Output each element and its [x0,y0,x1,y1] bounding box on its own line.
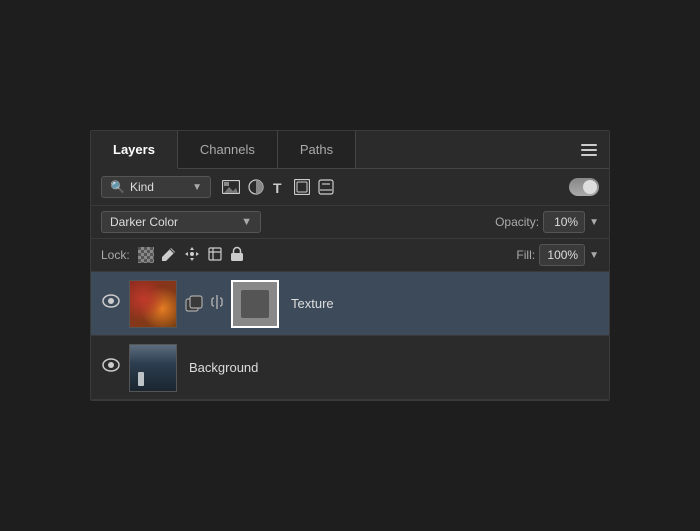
blend-mode-dropdown[interactable]: Darker Color ▼ [101,211,261,233]
layer-name: Background [189,360,258,375]
layers-panel: Layers Channels Paths 🔍 Kind ▼ [90,130,610,401]
opacity-group: Opacity: 10% ▼ [495,211,599,233]
layer-visibility-icon[interactable] [101,294,121,313]
tab-channels[interactable]: Channels [178,131,278,168]
fill-input[interactable]: 100% [539,244,585,266]
layer-link-icon [211,294,223,313]
lock-pixels-icon[interactable] [161,246,177,265]
smart-filter-icon[interactable] [318,179,334,195]
search-icon: 🔍 [110,180,125,194]
svg-text:T: T [273,180,282,195]
layer-item[interactable]: Background [91,336,609,400]
chevron-down-icon: ▼ [192,182,202,193]
layer-visibility-icon[interactable] [101,358,121,377]
layer-thumbnail [129,280,177,328]
adjustment-filter-icon[interactable] [248,179,264,195]
lock-row: Lock: [91,239,609,272]
lock-icons [138,246,244,265]
layer-thumbnail [129,344,177,392]
shape-filter-icon[interactable] [294,179,310,195]
filter-toggle[interactable] [569,178,599,196]
blend-chevron-icon: ▼ [241,216,252,228]
opacity-chevron-icon[interactable]: ▼ [589,217,599,228]
tab-layers[interactable]: Layers [91,131,178,169]
filter-icons: T [222,179,334,195]
layer-name: Texture [291,296,334,311]
layer-item[interactable]: Texture [91,272,609,336]
fill-group: Fill: 100% ▼ [516,244,599,266]
opacity-input[interactable]: 10% [543,211,585,233]
lock-position-icon[interactable] [184,246,200,265]
text-filter-icon[interactable]: T [272,179,286,195]
lock-transparency-icon[interactable] [138,247,154,263]
lock-all-icon[interactable] [230,246,244,265]
filter-row: 🔍 Kind ▼ T [91,169,609,206]
layers-list: Texture Background [91,272,609,400]
tab-bar: Layers Channels Paths [91,131,609,169]
lock-artboard-icon[interactable] [207,246,223,265]
layer-mask-thumbnail [231,280,279,328]
panel-menu-button[interactable] [569,131,609,168]
pixel-filter-icon[interactable] [222,180,240,194]
filter-kind-dropdown[interactable]: 🔍 Kind ▼ [101,176,211,198]
tab-paths[interactable]: Paths [278,131,356,168]
smart-object-icon [185,295,203,313]
blend-row: Darker Color ▼ Opacity: 10% ▼ [91,206,609,239]
fill-chevron-icon[interactable]: ▼ [589,250,599,261]
